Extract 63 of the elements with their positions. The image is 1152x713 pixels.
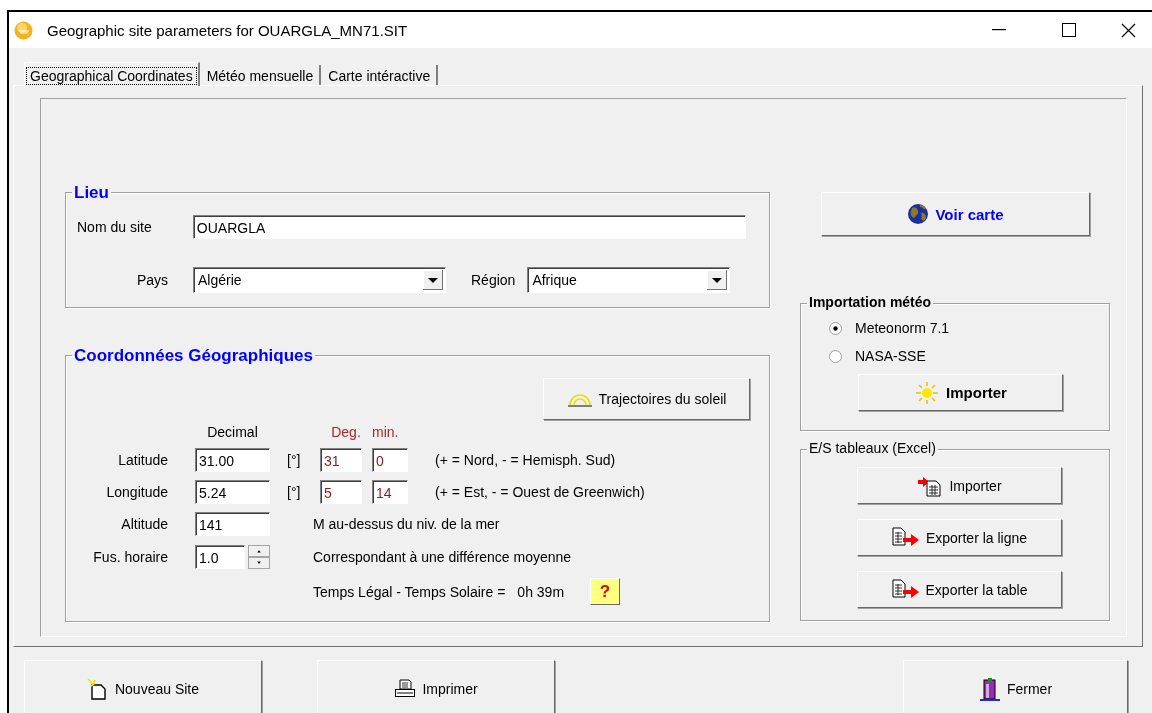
field-label: Nom du site xyxy=(77,219,153,235)
country-dropdown[interactable]: Algérie xyxy=(193,267,446,293)
solar-time-value: 0h 39m xyxy=(517,583,565,600)
close-icon[interactable] xyxy=(1120,22,1136,38)
window-title: Geographic site parameters for OUARGLA_MN71.SIT xyxy=(47,21,408,39)
minutes-field[interactable]: 14 xyxy=(372,480,408,504)
field-label: Longitude xyxy=(105,484,169,500)
field-label: Altitude xyxy=(120,516,169,532)
group-title: Coordonnées Géographiques xyxy=(72,346,315,366)
export-sheet-icon xyxy=(891,578,920,601)
import-sheet-icon xyxy=(917,474,944,497)
site-name-field[interactable]: OUARGLA xyxy=(192,215,746,239)
altitude-field[interactable]: 141 xyxy=(195,512,270,536)
maximize-icon[interactable] xyxy=(1062,23,1076,37)
import-button[interactable]: Importer xyxy=(857,467,1062,504)
column-header: Deg. xyxy=(330,424,362,440)
radio-option[interactable]: Meteonorm 7.1 xyxy=(829,318,1109,338)
group-title: E/S tableaux (Excel) xyxy=(807,440,938,456)
print-button[interactable]: Imprimer xyxy=(317,660,555,713)
minimize-icon[interactable] xyxy=(992,29,1006,31)
unit-label: [°] xyxy=(286,484,302,500)
column-header: min. xyxy=(372,424,400,440)
printer-icon xyxy=(394,679,417,699)
globe-icon xyxy=(907,203,930,225)
tab[interactable]: Geographical Coordinates xyxy=(24,62,200,86)
view-map-button[interactable]: Voir carte xyxy=(821,192,1090,236)
close-button[interactable]: Fermer xyxy=(903,660,1128,713)
minutes-field[interactable]: 0 xyxy=(372,448,408,472)
radio-icon[interactable] xyxy=(829,349,842,363)
sun-path-icon xyxy=(566,391,593,407)
degrees-field[interactable]: 31 xyxy=(320,448,362,472)
decimal-field[interactable]: 5.24 xyxy=(195,480,270,504)
hint-text: Correspondant à une différence moyenne xyxy=(312,549,573,565)
field-label: Latitude xyxy=(117,452,169,468)
export-sheet-icon xyxy=(891,526,920,549)
decimal-field[interactable]: 31.00 xyxy=(195,448,270,472)
door-icon xyxy=(978,677,1001,701)
degrees-field[interactable]: 5 xyxy=(320,480,362,504)
solar-time-label: Temps Légal - Temps Solaire = xyxy=(313,583,506,600)
group-title: Importation météo xyxy=(807,294,934,310)
timezone-field[interactable]: 1.0 xyxy=(195,545,245,569)
hint-text: (+ = Nord, - = Hemisph. Sud) xyxy=(435,452,617,468)
export-button[interactable]: Exporter la table xyxy=(857,571,1062,608)
radio-option[interactable]: NASA-SSE xyxy=(829,346,1109,366)
column-header: Decimal xyxy=(206,424,259,440)
sun-paths-button[interactable]: Trajectoires du soleil xyxy=(543,378,750,420)
hint-text: M au-dessus du niv. de la mer xyxy=(312,516,501,532)
unit-label: [°] xyxy=(286,452,302,468)
new-document-icon xyxy=(86,678,109,700)
sun-icon xyxy=(914,381,941,404)
new-site-button[interactable]: Nouveau Site xyxy=(24,660,262,713)
export-button[interactable]: Exporter la ligne xyxy=(857,519,1062,556)
help-button[interactable]: ? xyxy=(590,578,621,605)
field-label: Région xyxy=(471,272,516,288)
dropdown-arrow-icon[interactable] xyxy=(423,270,443,290)
app-icon xyxy=(14,20,33,40)
region-dropdown[interactable]: Afrique xyxy=(527,267,731,293)
field-label: Pays xyxy=(135,272,169,288)
import-weather-button[interactable]: Importer xyxy=(858,374,1063,411)
field-label: Fus. horaire xyxy=(92,549,169,565)
dropdown-arrow-icon[interactable] xyxy=(707,270,728,290)
radio-icon[interactable] xyxy=(829,321,842,335)
hint-text: (+ = Est, - = Ouest de Greenwich) xyxy=(435,484,646,500)
